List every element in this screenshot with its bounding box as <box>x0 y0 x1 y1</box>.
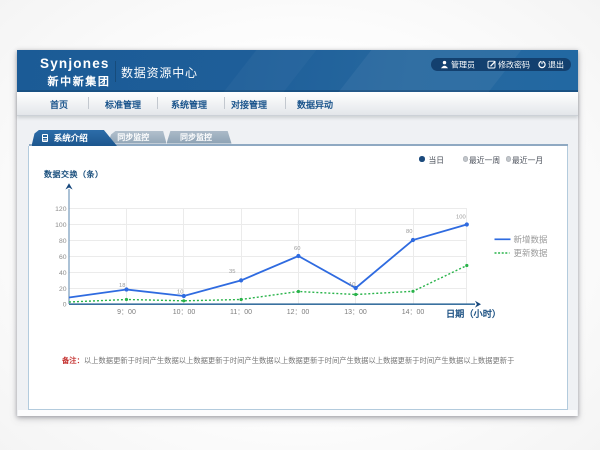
svg-text:35: 35 <box>229 269 235 275</box>
svg-text:新增数据: 新增数据 <box>514 234 549 244</box>
svg-text:14：00: 14：00 <box>402 309 425 316</box>
svg-text:10: 10 <box>349 282 355 288</box>
svg-text:120: 120 <box>55 206 67 213</box>
svg-text:0: 0 <box>63 301 67 308</box>
svg-text:100: 100 <box>456 215 466 221</box>
svg-text:80: 80 <box>59 238 67 245</box>
svg-text:日期（小时）: 日期（小时） <box>446 308 501 319</box>
svg-text:管理员: 管理员 <box>451 60 475 70</box>
svg-text:退出: 退出 <box>548 60 564 70</box>
svg-text:60: 60 <box>294 246 300 252</box>
svg-text:10: 10 <box>177 290 183 296</box>
svg-text:20: 20 <box>59 286 67 293</box>
svg-text:10：00: 10：00 <box>173 309 196 316</box>
svg-text:80: 80 <box>406 229 412 235</box>
svg-text:修改密码: 修改密码 <box>498 60 530 70</box>
svg-text:更新数据: 更新数据 <box>514 248 549 258</box>
svg-text:60: 60 <box>59 254 67 261</box>
svg-text:18: 18 <box>119 283 125 289</box>
svg-text:11：00: 11：00 <box>230 309 252 316</box>
svg-text:13：00: 13：00 <box>344 309 367 316</box>
svg-text:9：00: 9：00 <box>117 309 136 316</box>
svg-text:12：00: 12：00 <box>287 309 310 316</box>
svg-text:40: 40 <box>59 270 67 277</box>
svg-text:100: 100 <box>55 222 67 229</box>
